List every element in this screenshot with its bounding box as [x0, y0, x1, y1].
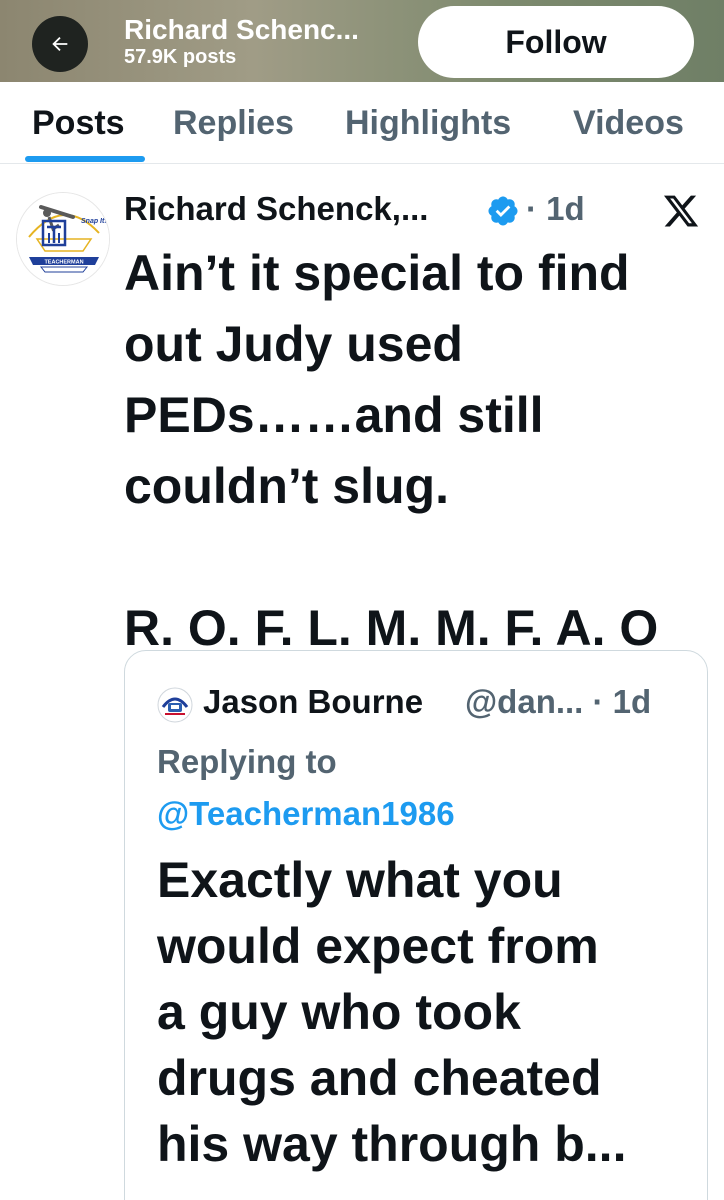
tab-posts[interactable]: Posts	[32, 104, 125, 143]
x-logo-icon	[663, 195, 699, 227]
follow-button[interactable]: Follow	[418, 6, 694, 78]
quoted-author-avatar[interactable]	[157, 687, 193, 723]
quoted-body-text: Exactly what you would expect from a guy…	[157, 852, 627, 1172]
header-profile-name: Richard Schenc...	[124, 14, 359, 45]
profile-header: Richard Schenc... 57.9K posts Follow	[0, 0, 724, 82]
post-timestamp[interactable]: · 1d	[526, 190, 585, 228]
replying-to-handle-link[interactable]: @Teacherman1986	[157, 795, 455, 833]
post-body-text: Ain’t it special to find out Judy used P…	[124, 245, 659, 656]
avatar-tagline: Snap It!	[81, 218, 107, 225]
quoted-tweet[interactable]: Jason Bourne @dan... · 1d Replying to @T…	[124, 650, 708, 1200]
back-arrow-icon	[52, 36, 68, 52]
quoted-author-handle[interactable]: @dan... · 1d	[465, 683, 651, 721]
active-tab-indicator	[25, 156, 145, 162]
tab-replies[interactable]: Replies	[173, 104, 294, 143]
avatar-logo-text: TEACHERMAN	[44, 260, 83, 266]
quoted-author-name[interactable]: Jason Bourne	[203, 683, 423, 721]
tab-videos[interactable]: Videos	[573, 104, 684, 143]
author-avatar[interactable]: Snap It! TEACHERMAN	[16, 192, 110, 286]
back-button[interactable]	[32, 16, 88, 72]
verified-badge-icon	[488, 196, 518, 226]
profile-tabs: Posts Replies Highlights Videos	[0, 82, 724, 164]
replying-to-label: Replying to	[157, 743, 337, 780]
post-author-name[interactable]: Richard Schenck,...	[124, 190, 428, 228]
header-post-count: 57.9K posts	[124, 46, 237, 68]
tab-highlights[interactable]: Highlights	[345, 104, 511, 143]
teacherman-logo-icon: Snap It! TEACHERMAN	[17, 193, 109, 285]
